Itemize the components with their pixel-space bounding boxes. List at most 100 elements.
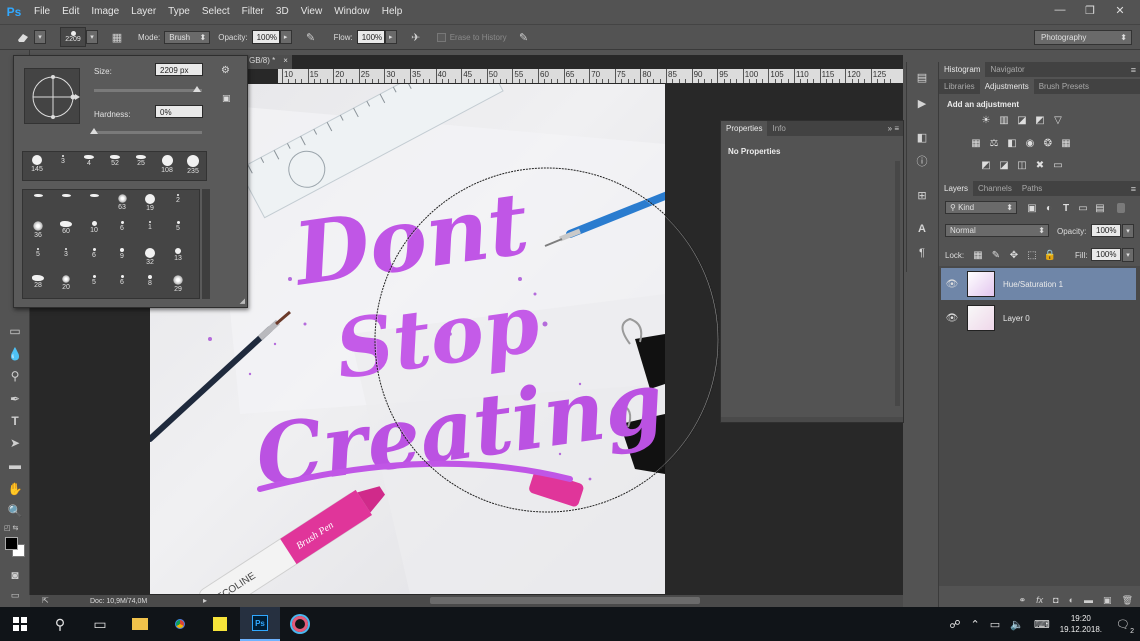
layers-menu-icon[interactable]: ≡	[1131, 184, 1140, 194]
brush-preset-cell[interactable]: 4	[76, 155, 102, 167]
tab-histogram[interactable]: Histogram	[939, 62, 986, 77]
fill-input[interactable]: 100%	[1091, 248, 1121, 261]
chrome-icon[interactable]	[160, 607, 200, 641]
menu-layer[interactable]: Layer	[125, 0, 162, 24]
visibility-eye-icon[interactable]: 👁	[941, 313, 963, 324]
tab-brush-presets[interactable]: Brush Presets	[1034, 79, 1094, 94]
brush-preset-cell[interactable]: 5	[25, 248, 51, 258]
new-layer-icon[interactable]: ▣	[1103, 595, 1112, 606]
photoshop-taskbar-icon[interactable]: Ps	[240, 607, 280, 641]
visibility-eye-icon[interactable]: 👁	[941, 279, 963, 290]
new-adjustment-layer-icon[interactable]: ◐	[1069, 595, 1074, 605]
brush-preset-cell[interactable]: 10	[81, 221, 107, 234]
brush-preset-cell[interactable]: 60	[53, 221, 79, 235]
menu-window[interactable]: Window	[328, 0, 376, 24]
brush-preset-cell[interactable]: 8	[137, 275, 163, 287]
default-colors-icon[interactable]: ◰ ⇆	[4, 524, 18, 532]
opacity-dropdown[interactable]: ▸	[279, 30, 292, 44]
flow-input[interactable]: 100%	[356, 30, 385, 44]
brush-preset-cell[interactable]: 25	[128, 155, 154, 167]
popup-resize-handle-icon[interactable]: ◢	[240, 297, 245, 305]
selective-color-icon[interactable]: ✖	[1033, 159, 1047, 171]
zoom-tool-icon[interactable]: 🔍	[6, 502, 24, 520]
pressure-size-icon[interactable]: ✎	[515, 28, 533, 46]
brush-preset-cell[interactable]: 5	[165, 221, 191, 232]
minimize-button[interactable]: —	[1048, 2, 1072, 18]
menu-select[interactable]: Select	[196, 0, 236, 24]
brush-preset-cell[interactable]	[25, 194, 51, 198]
brush-preset-cell[interactable]: 20	[53, 275, 79, 291]
properties-scrollbar[interactable]	[895, 161, 900, 406]
tab-adjustments[interactable]: Adjustments	[979, 79, 1034, 94]
mode-select[interactable]: Brush ⬍	[164, 30, 211, 44]
levels-icon[interactable]: ▥	[997, 114, 1011, 126]
tab-properties[interactable]: Properties	[721, 121, 768, 136]
posterize-icon[interactable]: ◪	[997, 159, 1011, 171]
dodge-tool-icon[interactable]: ⚲	[6, 367, 24, 385]
foreground-color-swatch[interactable]	[5, 537, 18, 550]
popup-settings-gear-icon[interactable]: ⚙	[221, 65, 230, 76]
photoshop-logo-icon[interactable]: Ps	[0, 0, 28, 24]
filter-shape-icon[interactable]: ▭	[1076, 202, 1090, 214]
brush-preset-cell[interactable]	[53, 194, 79, 198]
flow-dropdown[interactable]: ▸	[384, 30, 397, 44]
layer-opacity-input[interactable]: 100%	[1091, 224, 1121, 237]
lock-image-icon[interactable]: ✎	[989, 249, 1003, 261]
menu-filter[interactable]: Filter	[236, 0, 270, 24]
history-panel-icon[interactable]: ▤	[913, 68, 931, 86]
brush-preset-cell[interactable]: 63	[109, 194, 135, 211]
brush-panel-toggle-icon[interactable]: ▦	[108, 28, 126, 46]
tab-paths[interactable]: Paths	[1017, 181, 1047, 196]
brush-preset-cell[interactable]: 6	[81, 248, 107, 259]
brush-preset-cell[interactable]: 32	[137, 248, 163, 266]
invert-icon[interactable]: ◩	[979, 159, 993, 171]
horizontal-ruler[interactable]: 10 15 20 25 30 35 40 45 50 55 60 65 70 75 80 85 90 95 100 1…	[278, 69, 903, 83]
brush-preset-cell[interactable]: 1	[137, 221, 163, 231]
tab-channels[interactable]: Channels	[973, 181, 1017, 196]
menu-type[interactable]: Type	[162, 0, 196, 24]
network-icon[interactable]: ▭	[990, 618, 1000, 631]
tool-preset-dropdown[interactable]: ▾	[34, 30, 46, 44]
layer-kind-filter[interactable]: ⚲ Kind ⬍	[945, 201, 1017, 214]
properties-panel-icon[interactable]: ◧	[913, 128, 931, 146]
hardness-input[interactable]: 0%	[155, 105, 203, 118]
people-icon[interactable]: ☍	[949, 618, 960, 631]
size-slider-thumb[interactable]	[192, 86, 201, 92]
panel-collapse-icon[interactable]: » ≡	[888, 124, 903, 133]
histogram-menu-icon[interactable]: ≡	[1131, 65, 1140, 75]
quick-mask-icon[interactable]: ◙	[6, 566, 24, 584]
tab-layers[interactable]: Layers	[939, 181, 974, 196]
app-circle-icon[interactable]	[280, 607, 320, 641]
brush-preset-cell[interactable]: 3	[53, 248, 79, 258]
color-lookup-icon[interactable]: ▦	[1059, 137, 1073, 149]
layer-row-layer-0[interactable]: 👁 Layer 0	[941, 302, 1136, 334]
threshold-icon[interactable]: ◫	[1015, 159, 1029, 171]
channel-mixer-icon[interactable]: ❂	[1041, 137, 1055, 149]
layer-row-hue-saturation[interactable]: 👁 Hue/Saturation 1	[941, 268, 1136, 300]
gradient-map-icon[interactable]: ▭	[1051, 159, 1065, 171]
filter-adjustment-icon[interactable]: ◐	[1042, 202, 1056, 214]
lock-transparent-icon[interactable]: ▦	[971, 249, 985, 261]
hardness-slider-thumb[interactable]	[90, 128, 98, 134]
libraries-panel-icon[interactable]: ⊞	[913, 186, 931, 204]
vibrance-icon[interactable]: ▽	[1051, 114, 1065, 126]
brush-preset-cell[interactable]: 36	[25, 221, 51, 239]
filter-pixel-icon[interactable]: ▣	[1025, 202, 1039, 214]
photo-filter-icon[interactable]: ◉	[1023, 137, 1037, 149]
size-input[interactable]: 2209 px	[155, 63, 203, 76]
brush-preset-cell[interactable]: 145	[24, 155, 50, 173]
curves-icon[interactable]: ◪	[1015, 114, 1029, 126]
share-icon[interactable]: ⇱	[42, 596, 49, 605]
menu-file[interactable]: File	[28, 0, 56, 24]
brightness-contrast-icon[interactable]: ☀	[979, 114, 993, 126]
gradient-tool-icon[interactable]: ▭	[6, 322, 24, 340]
blend-mode-select[interactable]: Normal ⬍	[945, 224, 1049, 237]
tray-chevron-icon[interactable]: ⌃	[971, 618, 980, 631]
close-button[interactable]: ✕	[1108, 2, 1132, 18]
file-explorer-icon[interactable]	[120, 607, 160, 641]
exposure-icon[interactable]: ◩	[1033, 114, 1047, 126]
keyboard-icon[interactable]: ⌨	[1034, 618, 1050, 631]
screen-mode-icon[interactable]: ▭	[6, 586, 24, 604]
workspace-switcher[interactable]: Photography ⬍	[1034, 30, 1132, 45]
type-tool-icon[interactable]: T	[6, 412, 24, 430]
